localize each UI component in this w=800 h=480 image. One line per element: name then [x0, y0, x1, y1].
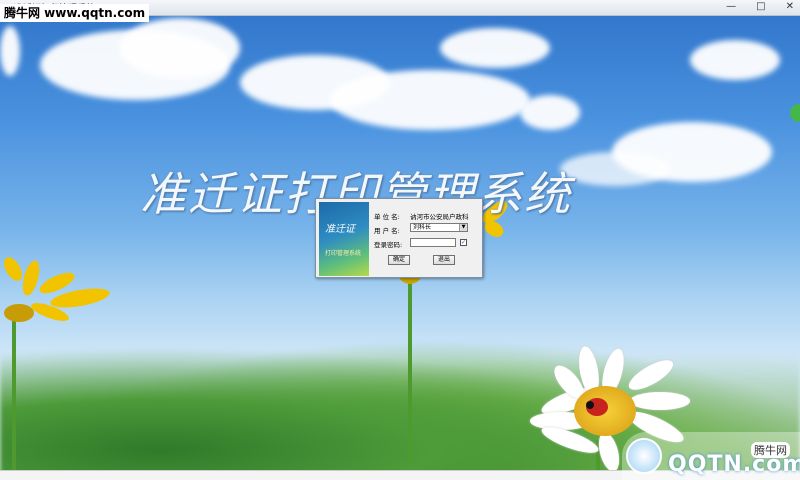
logo-text: 准迁证 — [325, 224, 355, 235]
user-select[interactable]: 刘科长 ▼ — [410, 223, 468, 232]
password-row: 登录密码: — [374, 239, 404, 249]
logo-subtext: 打印管理系统 — [325, 250, 362, 257]
login-dialog: 准迁证 打印管理系统 单 位 名: 讷河市公安局户政科 用 户 名: 刘科长 ▼… — [315, 198, 483, 278]
maximize-button[interactable]: □ — [756, 1, 765, 12]
password-input[interactable] — [410, 238, 456, 247]
watermark-top: 腾牛网 www.qqtn.com — [0, 4, 150, 22]
password-label: 登录密码: — [374, 241, 403, 249]
app-logo: 准迁证 打印管理系统 — [319, 202, 369, 276]
close-button[interactable]: ✕ — [786, 1, 794, 12]
unit-row: 单 位 名: 讷河市公安局户政科 — [374, 211, 469, 221]
dropdown-arrow-icon[interactable]: ▼ — [459, 224, 467, 231]
minimize-button[interactable]: — — [726, 1, 736, 12]
ok-button[interactable]: 确定 — [388, 255, 410, 265]
user-row: 用 户 名: — [374, 225, 404, 235]
user-label: 用 户 名: — [374, 227, 400, 235]
ladybug-icon — [586, 398, 608, 416]
qqtn-logo-icon — [626, 438, 662, 474]
unit-label: 单 位 名: — [374, 213, 400, 221]
watermark-bottom-right: QQTN.com 腾牛网 — [622, 432, 800, 480]
window-controls: — □ ✕ — [726, 1, 794, 12]
user-select-value: 刘科长 — [413, 224, 432, 231]
remember-checkbox[interactable]: ✓ — [460, 239, 467, 246]
watermark-cn: 腾牛网 — [751, 442, 790, 458]
unit-value: 讷河市公安局户政科 — [410, 213, 469, 221]
exit-button[interactable]: 退出 — [433, 255, 455, 265]
